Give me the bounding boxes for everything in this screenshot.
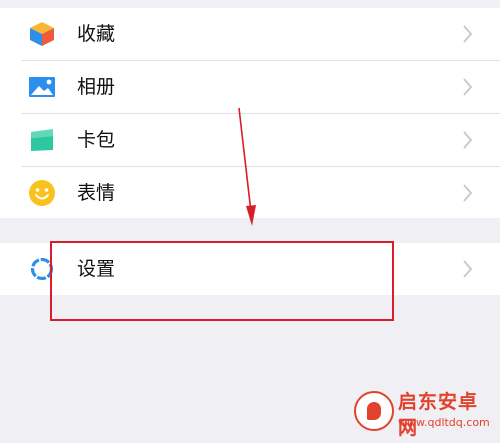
watermark: 启东安卓网 www.qdltdq.com [354, 389, 494, 439]
menu-group-primary: 收藏 相册 卡包 表情 [0, 8, 500, 218]
watermark-title: 启东安卓网 [398, 391, 479, 439]
watermark-url: www.qdltdq.com [398, 416, 490, 429]
menu-item-label: 表情 [77, 182, 116, 204]
menu-item-label: 卡包 [77, 129, 116, 151]
chevron-right-icon [463, 131, 473, 149]
top-strip [0, 0, 500, 8]
cube-icon [30, 22, 54, 46]
watermark-logo-icon [354, 391, 394, 431]
menu-item-label: 收藏 [77, 23, 116, 45]
chevron-right-icon [463, 260, 473, 278]
menu-item-favorites[interactable]: 收藏 [0, 8, 500, 60]
chevron-right-icon [463, 25, 473, 43]
menu-item-wallet[interactable]: 卡包 [0, 114, 500, 166]
smiley-icon [29, 180, 55, 206]
menu-item-stickers[interactable]: 表情 [0, 167, 500, 219]
menu-item-label: 相册 [77, 76, 116, 98]
annotation-highlight-box [50, 241, 394, 321]
picture-icon [29, 77, 55, 97]
card-icon [31, 129, 53, 151]
chevron-right-icon [463, 184, 473, 202]
menu-item-album[interactable]: 相册 [0, 61, 500, 113]
chevron-right-icon [463, 78, 473, 96]
